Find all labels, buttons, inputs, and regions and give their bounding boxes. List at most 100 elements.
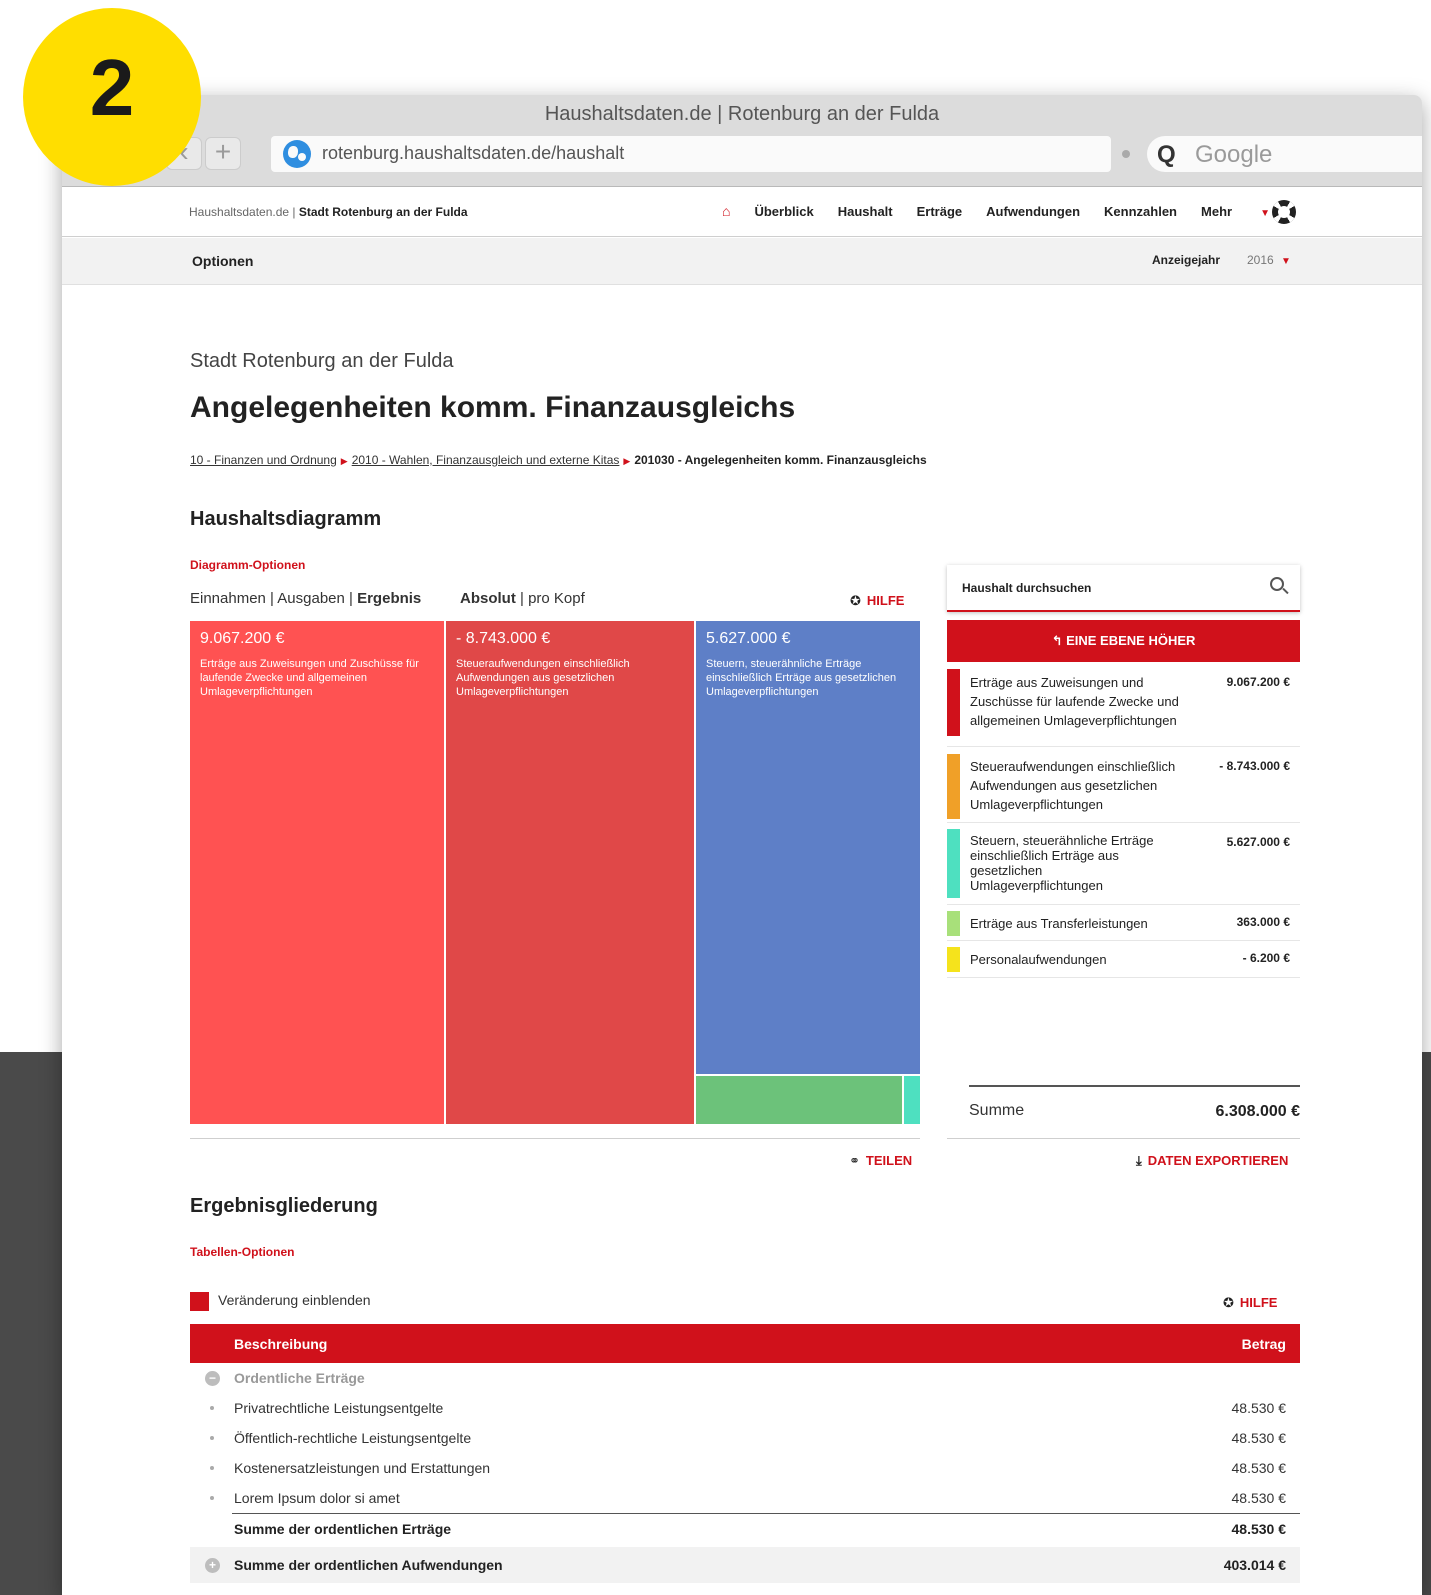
arrow-up-icon: ↰: [1051, 633, 1067, 648]
breadcrumb: 10 - Finanzen und Ordnung ▶ 2010 - Wahlen,…: [190, 453, 927, 467]
export-label: DATEN EXPORTIEREN: [1147, 1153, 1289, 1168]
caret-down-icon: ▼: [1260, 207, 1270, 219]
main-nav: ⌂ Überblick Haushalt Erträge Aufwendunge…: [722, 203, 1318, 219]
tile-value: 9.067.200 €: [200, 630, 285, 647]
brand-prefix: Haushaltsdaten.de |: [189, 205, 299, 219]
toggle-ausgaben[interactable]: Ausgaben: [277, 590, 345, 607]
treemap-tile[interactable]: - 8.743.000 € Steueraufwendungen einschli…: [446, 621, 694, 1124]
search-placeholder: Google: [1195, 141, 1273, 168]
row-amount: 48.530 €: [1231, 1490, 1287, 1506]
legend-label: Steuern, steuerähnliche Erträge einschli…: [970, 833, 1154, 893]
lifebuoy-icon: ✪: [850, 593, 861, 608]
sum-divider: [969, 1085, 1300, 1087]
year-label: Anzeigejahr: [1152, 253, 1221, 267]
sum-value: 6.308.000 €: [1215, 1103, 1300, 1120]
legend-item[interactable]: Steueraufwendungen einschließlich Aufwen…: [947, 747, 1300, 823]
toolbar-separator: [1122, 150, 1130, 158]
toggle-separator: |: [344, 590, 358, 607]
legend-label: Erträge aus Zuweisungen und Zuschüsse fü…: [970, 675, 1179, 728]
search-icon: Q: [1157, 141, 1176, 168]
legend-color-swatch: [947, 669, 960, 736]
results-table: Beschreibung Betrag − Ordentliche Erträg…: [190, 1324, 1300, 1583]
browser-search-field[interactable]: Q Google: [1147, 136, 1422, 172]
options-bar: Optionen Anzeigejahr 2016 ▼: [62, 238, 1422, 285]
legend-color-swatch: [947, 754, 960, 819]
legend-item[interactable]: Personalaufwendungen - 6.200 €: [947, 941, 1300, 978]
breadcrumb-current: 201030 - Angelegenheiten komm. Finanzaus…: [634, 453, 927, 467]
site-brand[interactable]: Haushaltsdaten.de | Stadt Rotenburg an d…: [189, 205, 468, 219]
table-row[interactable]: Öffentlich-rechtliche Leistungsentgelte 4…: [190, 1423, 1300, 1453]
sum-label: Summe: [969, 1102, 1025, 1119]
treemap-tile[interactable]: 9.067.200 € Erträge aus Zuweisungen und Z…: [190, 621, 444, 1124]
table-row[interactable]: Privatrechtliche Leistungsentgelte 48.530…: [190, 1393, 1300, 1423]
group-label: Ordentliche Erträge: [234, 1370, 365, 1386]
legend-value: - 6.200 €: [1242, 951, 1290, 965]
toggle-ergebnis[interactable]: Ergebnis: [357, 590, 421, 607]
breadcrumb-item[interactable]: 2010 - Wahlen, Finanzausgleich und exter…: [352, 453, 620, 467]
search-label: Haushalt durchsuchen: [962, 581, 1092, 595]
home-icon[interactable]: ⌂: [722, 203, 730, 219]
nav-item-aufwendungen[interactable]: Aufwendungen: [986, 204, 1080, 219]
share-button[interactable]: ⚭ TEILEN: [849, 1153, 912, 1169]
table-options-label[interactable]: Tabellen-Optionen: [190, 1245, 294, 1259]
nav-item-ueberblick[interactable]: Überblick: [754, 204, 813, 219]
row-description: Privatrechtliche Leistungsentgelte: [234, 1400, 444, 1416]
url-text: rotenburg.haushaltsdaten.de/haushalt: [322, 143, 625, 163]
level-up-button[interactable]: ↰ EINE EBENE HÖHER: [947, 620, 1300, 662]
options-toggle[interactable]: Optionen: [192, 253, 253, 269]
show-changes-checkbox[interactable]: [190, 1292, 209, 1311]
toggle-pro-kopf[interactable]: pro Kopf: [528, 590, 585, 607]
treemap-tile[interactable]: 5.627.000 € Steuern, steuerähnliche Erträ…: [696, 621, 920, 1074]
table-row[interactable]: Lorem Ipsum dolor si amet 48.530 €: [190, 1483, 1300, 1513]
legend-value: 363.000 €: [1236, 915, 1290, 929]
help-lifebuoy-icon[interactable]: [1272, 200, 1296, 224]
column-header-amount[interactable]: Betrag: [1242, 1336, 1286, 1352]
row-description: Öffentlich-rechtliche Leistungsentgelte: [234, 1430, 472, 1446]
legend-item[interactable]: Erträge aus Transferleistungen 363.000 €: [947, 905, 1300, 941]
column-header-description[interactable]: Beschreibung: [234, 1336, 327, 1352]
table-header: Beschreibung Betrag: [190, 1324, 1300, 1363]
sum-row-description: Summe der ordentlichen Erträge: [234, 1521, 452, 1537]
table-group-row[interactable]: − Ordentliche Erträge: [190, 1363, 1300, 1393]
address-bar[interactable]: rotenburg.haushaltsdaten.de/haushalt: [271, 136, 1111, 172]
bullet-icon: [210, 1466, 214, 1470]
toggle-absolut[interactable]: Absolut: [460, 590, 516, 607]
budget-search-input[interactable]: Haushalt durchsuchen: [947, 565, 1300, 612]
diagram-help-link[interactable]: ✪ HILFE: [850, 593, 904, 609]
legend-item[interactable]: Erträge aus Zuweisungen und Zuschüsse fü…: [947, 669, 1300, 747]
legend-item[interactable]: Steuern, steuerähnliche Erträge einschli…: [947, 823, 1300, 905]
legend-label: Steueraufwendungen einschließlich Aufwen…: [970, 759, 1176, 812]
caret-right-icon: ▶: [340, 456, 348, 466]
show-changes-label: Veränderung einblenden: [218, 1292, 371, 1308]
treemap-tile[interactable]: [696, 1076, 902, 1124]
breadcrumb-item[interactable]: 10 - Finanzen und Ordnung: [190, 453, 337, 467]
year-select[interactable]: 2016 ▼: [1247, 253, 1291, 267]
row-description: Summe der ordentlichen Aufwendungen: [234, 1557, 503, 1573]
search-icon: [1270, 577, 1284, 591]
diagram-options-label[interactable]: Diagramm-Optionen: [190, 558, 305, 572]
row-amount: 48.530 €: [1231, 1460, 1287, 1476]
globe-icon: [283, 140, 311, 168]
nav-item-mehr-label: Mehr: [1201, 203, 1233, 219]
expand-icon[interactable]: +: [205, 1558, 220, 1573]
table-help-link[interactable]: ✪ HILFE: [1223, 1295, 1277, 1311]
table-collapsed-row[interactable]: + Summe der ordentlichen Aufwendungen 403.…: [190, 1547, 1300, 1583]
legend-color-swatch: [947, 829, 960, 898]
export-button[interactable]: ⤓ DATEN EXPORTIEREN: [1136, 1153, 1288, 1169]
toggle-einnahmen[interactable]: Einnahmen: [190, 590, 266, 607]
tile-description: Steueraufwendungen einschließlich Aufwen…: [456, 658, 630, 698]
nav-item-haushalt[interactable]: Haushalt: [838, 204, 893, 219]
bullet-icon: [210, 1496, 214, 1500]
nav-item-ertraege[interactable]: Erträge: [917, 204, 963, 219]
tile-description: Steuern, steuerähnliche Erträge einschli…: [706, 658, 897, 698]
new-tab-button[interactable]: +: [205, 137, 241, 170]
legend-value: 9.067.200 €: [1226, 675, 1290, 689]
help-label: HILFE: [866, 593, 905, 608]
row-amount: 48.530 €: [1231, 1400, 1287, 1416]
nav-item-kennzahlen[interactable]: Kennzahlen: [1104, 204, 1177, 219]
table-row[interactable]: Kostenersatzleistungen und Erstattungen 4…: [190, 1453, 1300, 1483]
collapse-icon[interactable]: −: [205, 1371, 220, 1386]
row-amount: 403.014 €: [1223, 1557, 1286, 1573]
treemap-tile[interactable]: [904, 1076, 920, 1124]
year-value: 2016: [1247, 253, 1274, 267]
